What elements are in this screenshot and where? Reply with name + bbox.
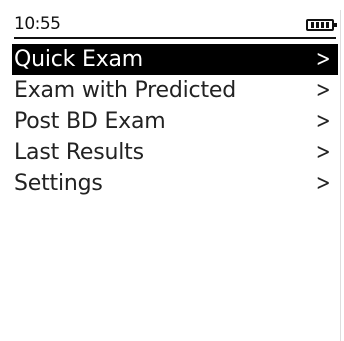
main-menu: Quick Exam > Exam with Predicted > Post … xyxy=(12,44,338,199)
chevron-right-icon: > xyxy=(315,139,331,165)
chevron-right-icon: > xyxy=(315,170,331,196)
battery-icon xyxy=(306,19,337,31)
clock-time: 10:55 xyxy=(14,14,61,34)
status-divider xyxy=(14,37,336,39)
status-bar: 10:55 xyxy=(14,10,337,40)
menu-item-post-bd-exam[interactable]: Post BD Exam > xyxy=(12,106,338,137)
chevron-right-icon: > xyxy=(315,77,331,103)
chevron-right-icon: > xyxy=(315,46,331,72)
menu-item-quick-exam[interactable]: Quick Exam > xyxy=(12,44,338,75)
menu-item-label: Settings xyxy=(14,171,103,196)
menu-item-last-results[interactable]: Last Results > xyxy=(12,137,338,168)
menu-item-settings[interactable]: Settings > xyxy=(12,168,338,199)
device-screen: 10:55 Quick Exam > Exam with Predicted >… xyxy=(4,10,341,341)
menu-item-label: Quick Exam xyxy=(14,47,144,72)
menu-item-label: Post BD Exam xyxy=(14,109,166,134)
battery-cell xyxy=(311,22,314,28)
menu-item-label: Last Results xyxy=(14,140,144,165)
battery-cell xyxy=(326,22,329,28)
chevron-right-icon: > xyxy=(315,108,331,134)
battery-cell xyxy=(316,22,319,28)
menu-item-exam-with-predicted[interactable]: Exam with Predicted > xyxy=(12,75,338,106)
menu-item-label: Exam with Predicted xyxy=(14,78,236,103)
battery-cell xyxy=(321,22,324,28)
